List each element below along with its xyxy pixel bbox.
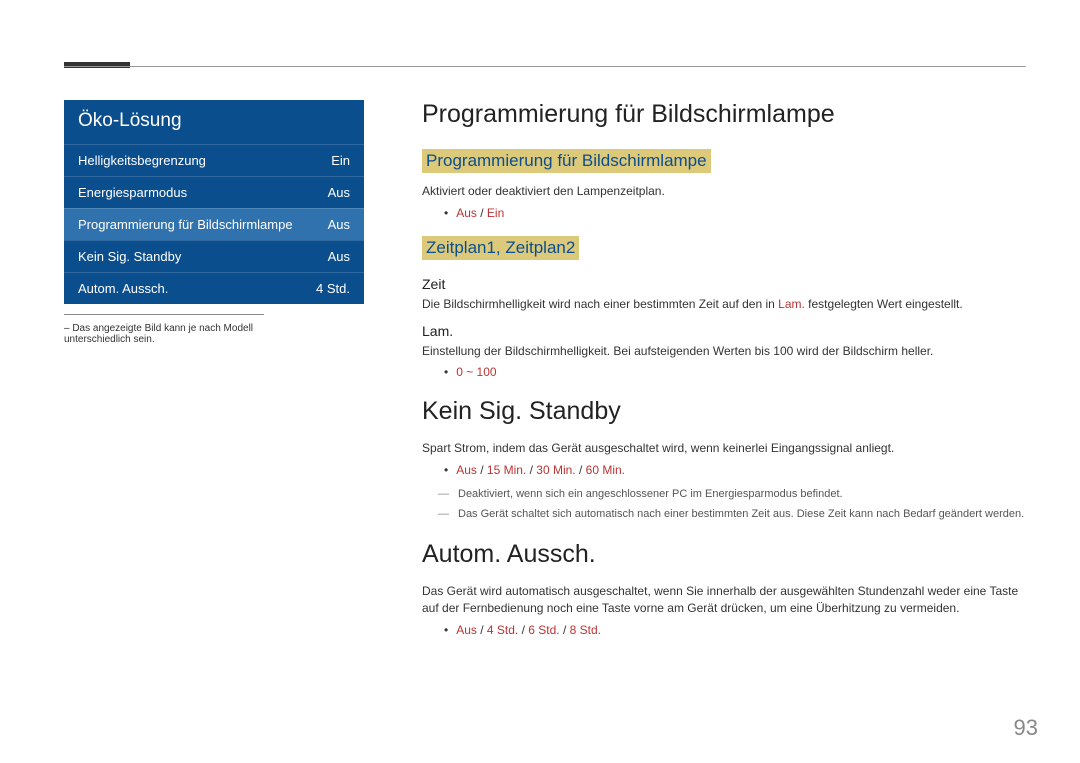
main-column: Programmierung für Bildschirmlampe Progr… — [422, 100, 1026, 655]
menu-row-label: Energiesparmodus — [78, 185, 187, 200]
bullet-icon: • — [444, 206, 448, 220]
option-value: 0 ~ 100 — [456, 365, 496, 379]
menu-row-lamp-schedule[interactable]: Programmierung für Bildschirmlampe Aus — [64, 208, 364, 240]
option-list: • Aus / 4 Std. / 6 Std. / 8 Std. — [444, 623, 1026, 637]
section-auto-off: Autom. Aussch. Das Gerät wird automatisc… — [422, 540, 1026, 637]
description-text: Aktiviert oder deaktiviert den Lampenzei… — [422, 183, 1026, 200]
menu-row-energy[interactable]: Energiesparmodus Aus — [64, 176, 364, 208]
menu-row-value: 4 Std. — [316, 281, 350, 296]
option-list: • Aus / 15 Min. / 30 Min. / 60 Min. — [444, 463, 1026, 477]
page-content: Öko-Lösung Helligkeitsbegrenzung Ein Ene… — [0, 0, 1080, 655]
menu-row-no-signal[interactable]: Kein Sig. Standby Aus — [64, 240, 364, 272]
menu-row-value: Ein — [331, 153, 350, 168]
page-number: 93 — [1014, 715, 1038, 741]
left-column: Öko-Lösung Helligkeitsbegrenzung Ein Ene… — [64, 100, 364, 655]
description-text: Die Bildschirmhelligkeit wird nach einer… — [422, 296, 1026, 313]
header-rule — [64, 66, 1026, 67]
description-text: Das Gerät wird automatisch ausgeschaltet… — [422, 583, 1026, 617]
section-no-signal-standby: Kein Sig. Standby Spart Strom, indem das… — [422, 397, 1026, 522]
menu-row-label: Kein Sig. Standby — [78, 249, 181, 264]
section-title: Kein Sig. Standby — [422, 397, 1026, 426]
menu-panel: Öko-Lösung Helligkeitsbegrenzung Ein Ene… — [64, 100, 364, 304]
sub-sub-heading: Zeit — [422, 276, 1026, 292]
section-title: Programmierung für Bildschirmlampe — [422, 100, 1026, 129]
sub-heading-hl: Programmierung für Bildschirmlampe — [422, 149, 711, 173]
menu-row-value: Aus — [328, 185, 350, 200]
dash-icon: ― — [438, 487, 450, 502]
option-list: • Aus / Ein — [444, 206, 1026, 220]
option-values: Aus / 4 Std. / 6 Std. / 8 Std. — [456, 623, 601, 637]
menu-row-label: Programmierung für Bildschirmlampe — [78, 217, 293, 232]
bullet-icon: • — [444, 463, 448, 477]
menu-title: Öko-Lösung — [64, 100, 364, 144]
menu-row-label: Helligkeitsbegrenzung — [78, 153, 206, 168]
bullet-icon: • — [444, 365, 448, 379]
dash-icon: ― — [438, 507, 450, 522]
section-title: Autom. Aussch. — [422, 540, 1026, 569]
footnote: ― Das Gerät schaltet sich automatisch na… — [438, 507, 1026, 522]
menu-row-brightness[interactable]: Helligkeitsbegrenzung Ein — [64, 144, 364, 176]
sub-heading-hl: Zeitplan1, Zeitplan2 — [422, 236, 579, 260]
menu-row-auto-off[interactable]: Autom. Aussch. 4 Std. — [64, 272, 364, 304]
sub-sub-heading: Lam. — [422, 323, 1026, 339]
header-accent-bar — [64, 62, 130, 68]
bullet-icon: • — [444, 623, 448, 637]
menu-row-value: Aus — [328, 249, 350, 264]
menu-footnote: – Das angezeigte Bild kann je nach Model… — [64, 314, 264, 345]
description-text: Spart Strom, indem das Gerät ausgeschalt… — [422, 440, 1026, 457]
description-text: Einstellung der Bildschirmhelligkeit. Be… — [422, 343, 1026, 360]
option-values: Aus / Ein — [456, 206, 504, 220]
menu-row-label: Autom. Aussch. — [78, 281, 168, 296]
section-lamp-schedule: Programmierung für Bildschirmlampe Progr… — [422, 100, 1026, 379]
footnote: ― Deaktiviert, wenn sich ein angeschloss… — [438, 487, 1026, 502]
option-values: Aus / 15 Min. / 30 Min. / 60 Min. — [456, 463, 625, 477]
option-list: • 0 ~ 100 — [444, 365, 1026, 379]
menu-row-value: Aus — [328, 217, 350, 232]
